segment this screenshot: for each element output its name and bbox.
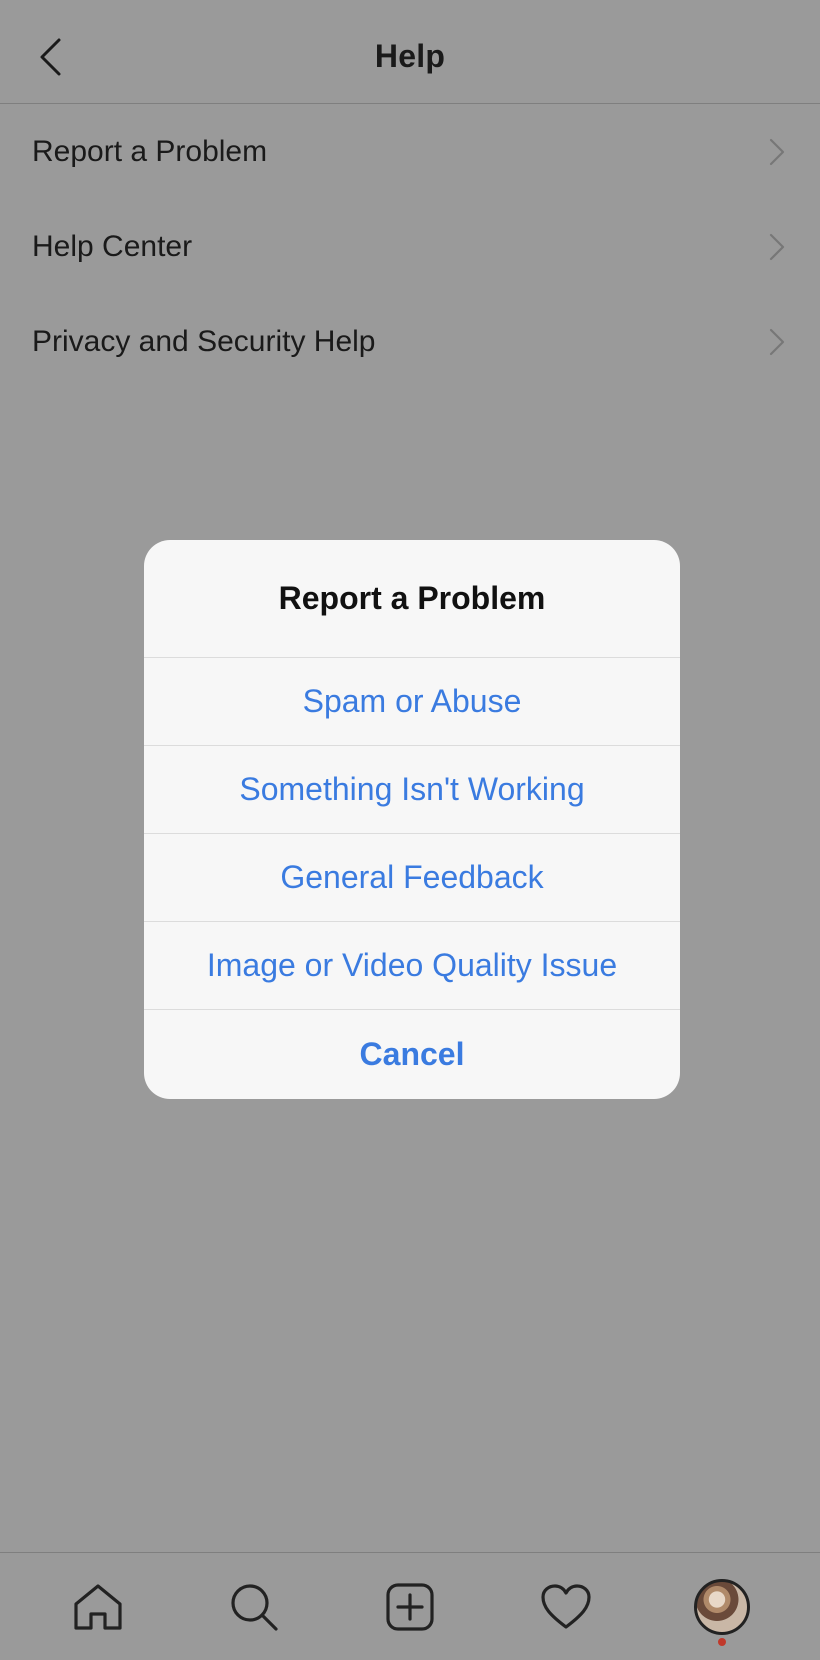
tab-bar xyxy=(0,1552,820,1660)
chevron-right-icon xyxy=(766,327,788,357)
menu-item-help-center[interactable]: Help Center xyxy=(0,199,820,294)
page-title: Help xyxy=(374,38,446,74)
header: Help xyxy=(0,0,820,104)
option-general-feedback[interactable]: General Feedback xyxy=(144,834,680,922)
option-something-isnt-working[interactable]: Something Isn't Working xyxy=(144,746,680,834)
report-problem-alert: Report a Problem Spam or Abuse Something… xyxy=(144,540,680,1099)
menu-item-privacy-security-help[interactable]: Privacy and Security Help xyxy=(0,294,820,389)
home-icon xyxy=(74,1583,122,1630)
menu-item-label: Help Center xyxy=(32,229,193,263)
option-image-video-quality[interactable]: Image or Video Quality Issue xyxy=(144,922,680,1010)
help-menu: Report a Problem Help Center Privacy and… xyxy=(0,104,820,389)
chevron-right-icon xyxy=(766,232,788,262)
tab-activity[interactable] xyxy=(531,1572,601,1642)
tab-home[interactable] xyxy=(63,1572,133,1642)
tab-search[interactable] xyxy=(219,1572,289,1642)
profile-avatar xyxy=(694,1578,750,1635)
chevron-left-icon xyxy=(40,38,61,76)
heart-icon xyxy=(541,1583,591,1629)
tab-profile[interactable] xyxy=(687,1572,757,1646)
menu-item-label: Privacy and Security Help xyxy=(32,324,376,358)
chevron-right-icon xyxy=(766,137,788,167)
option-spam-or-abuse[interactable]: Spam or Abuse xyxy=(144,658,680,746)
search-icon xyxy=(231,1583,278,1631)
alert-title: Report a Problem xyxy=(144,540,680,658)
back-button[interactable] xyxy=(28,30,72,84)
help-screen: Help Report a Problem Help Center Privac… xyxy=(0,0,820,1660)
add-post-icon xyxy=(386,1582,434,1631)
menu-item-label: Report a Problem xyxy=(32,134,268,168)
cancel-button[interactable]: Cancel xyxy=(144,1010,680,1098)
tab-new-post[interactable] xyxy=(375,1572,445,1642)
menu-item-report-problem[interactable]: Report a Problem xyxy=(0,104,820,199)
notification-dot xyxy=(718,1637,726,1646)
